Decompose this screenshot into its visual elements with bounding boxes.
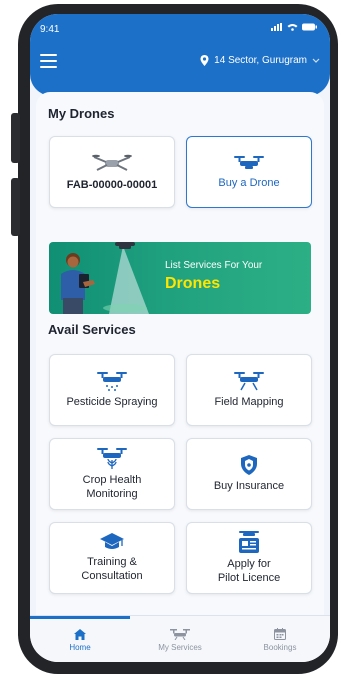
app-screen: 9:41 14 Sector, Gurugram My Drones FAB-0… bbox=[30, 14, 330, 662]
service-crop-health[interactable]: Crop Health Monitoring bbox=[49, 438, 175, 510]
status-icons bbox=[271, 23, 318, 31]
app-header: 9:41 14 Sector, Gurugram bbox=[30, 14, 330, 96]
phone-side-button bbox=[11, 113, 20, 163]
service-buy-insurance[interactable]: Buy Insurance bbox=[186, 438, 312, 510]
shield-icon bbox=[241, 455, 257, 475]
drone-icon bbox=[92, 154, 132, 171]
service-training[interactable]: Training & Consultation bbox=[49, 522, 175, 594]
home-icon bbox=[74, 628, 86, 640]
chevron-down-icon bbox=[312, 58, 320, 63]
nav-home[interactable]: Home bbox=[30, 616, 130, 662]
buy-drone-label: Buy a Drone bbox=[218, 177, 280, 189]
service-label: Buy Insurance bbox=[213, 480, 285, 492]
hamburger-menu-icon[interactable] bbox=[40, 54, 57, 72]
nav-my-services[interactable]: My Services bbox=[130, 618, 230, 662]
graduation-cap-icon bbox=[100, 533, 124, 549]
service-label: Apply for Pilot Licence bbox=[217, 558, 281, 584]
service-field-mapping[interactable]: Field Mapping bbox=[186, 354, 312, 426]
spray-drone-icon bbox=[97, 372, 127, 391]
nav-label: Bookings bbox=[263, 643, 297, 652]
nav-label: My Services bbox=[158, 643, 202, 652]
service-label: Field Mapping bbox=[214, 396, 284, 408]
drone-icon bbox=[170, 629, 190, 640]
service-label: Crop Health Monitoring bbox=[82, 474, 142, 500]
location-label: 14 Sector, Gurugram bbox=[214, 55, 307, 66]
my-drones-heading: My Drones bbox=[48, 106, 115, 121]
nav-bookings[interactable]: Bookings bbox=[230, 618, 330, 662]
list-services-banner[interactable]: List Services For Your Drones bbox=[49, 242, 311, 314]
location-selector[interactable]: 14 Sector, Gurugram bbox=[200, 55, 320, 66]
service-pilot-licence[interactable]: Apply for Pilot Licence bbox=[186, 522, 312, 594]
phone-side-button bbox=[11, 178, 20, 236]
farmer-drone-illustration bbox=[61, 242, 149, 314]
banner-line1: List Services For Your bbox=[165, 260, 263, 271]
battery-icon bbox=[302, 23, 317, 31]
signal-icon bbox=[271, 23, 282, 31]
mapping-drone-icon bbox=[234, 372, 264, 391]
banner-line2: Drones bbox=[165, 275, 221, 292]
wifi-icon bbox=[287, 24, 298, 31]
status-time: 9:41 bbox=[40, 24, 60, 35]
drone-id: FAB-00000-00001 bbox=[66, 179, 158, 191]
nav-label: Home bbox=[69, 642, 91, 652]
service-label: Pesticide Spraying bbox=[66, 396, 158, 408]
calendar-icon bbox=[274, 628, 286, 640]
service-pesticide-spraying[interactable]: Pesticide Spraying bbox=[49, 354, 175, 426]
avail-services-heading: Avail Services bbox=[48, 322, 136, 337]
licence-icon bbox=[239, 531, 259, 553]
crop-drone-icon bbox=[97, 448, 127, 469]
buy-drone-button[interactable]: Buy a Drone bbox=[186, 136, 312, 208]
my-drone-card[interactable]: FAB-00000-00001 bbox=[49, 136, 175, 208]
drone-icon bbox=[234, 156, 264, 169]
location-pin-icon bbox=[200, 55, 209, 66]
service-label: Training & Consultation bbox=[81, 556, 143, 582]
